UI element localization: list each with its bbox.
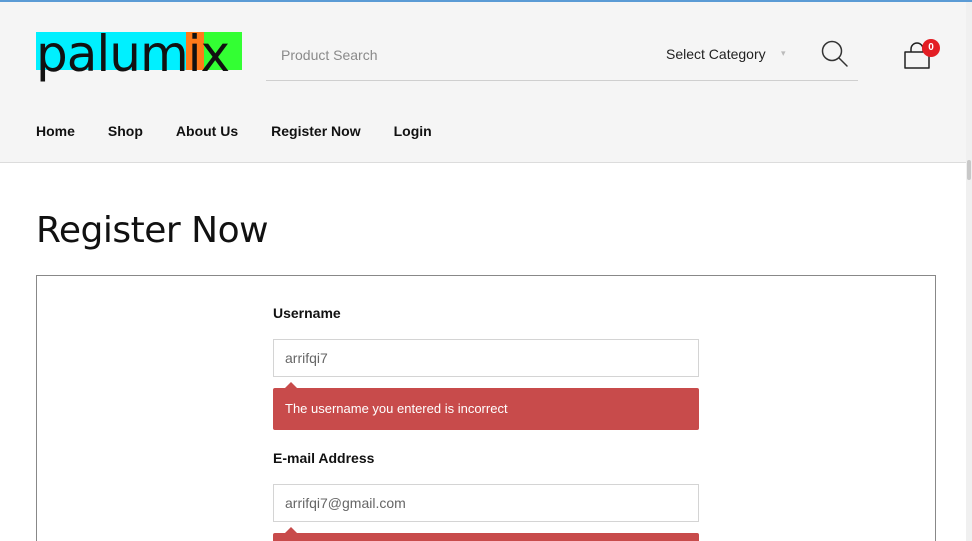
logo[interactable]: palumix: [36, 25, 242, 83]
nav-login[interactable]: Login: [394, 123, 432, 139]
username-label: Username: [273, 305, 341, 321]
username-error-message: The username you entered is incorrect: [273, 382, 699, 430]
page-title: Register Now: [36, 210, 269, 251]
chevron-down-icon[interactable]: ▾: [781, 48, 786, 59]
email-label: E-mail Address: [273, 450, 375, 466]
email-error-message: [273, 527, 699, 541]
category-select[interactable]: Select Category: [666, 46, 766, 62]
scrollbar[interactable]: [966, 2, 972, 541]
nav-shop[interactable]: Shop: [108, 123, 143, 139]
email-field[interactable]: [273, 484, 699, 522]
nav-about-us[interactable]: About Us: [176, 123, 238, 139]
nav-register-now[interactable]: Register Now: [271, 123, 360, 139]
site-header: palumix Select Category ▾ 0 Home Shop Ab…: [0, 2, 966, 163]
username-field[interactable]: [273, 339, 699, 377]
nav-home[interactable]: Home: [36, 123, 75, 139]
search-input[interactable]: [266, 30, 646, 80]
search-bar: Select Category ▾: [266, 30, 858, 81]
scrollbar-thumb[interactable]: [967, 160, 971, 180]
main-nav: Home Shop About Us Register Now Login: [36, 123, 465, 139]
cart-count-badge: 0: [922, 39, 940, 57]
search-icon[interactable]: [819, 38, 849, 68]
logo-text: palumix: [36, 25, 230, 83]
